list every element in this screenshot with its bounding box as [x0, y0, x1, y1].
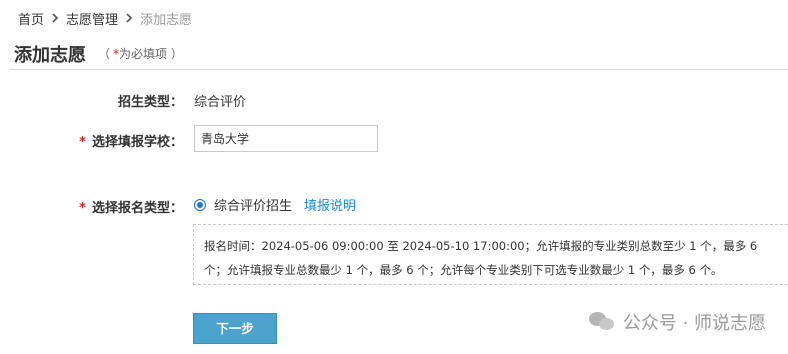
breadcrumb-section[interactable]: 志愿管理 [66, 9, 118, 28]
next-button[interactable]: 下一步 [193, 313, 277, 344]
required-note-prefix: （ [98, 47, 111, 61]
apply-type-label: * 选择报名类型： [0, 197, 183, 216]
apply-type-option-label[interactable]: 综合评价招生 [214, 195, 292, 214]
school-label-text: 选择填报学校： [91, 135, 183, 150]
apply-type-label-text: 选择报名类型： [91, 201, 183, 216]
page-title: 添加志愿 [14, 45, 86, 66]
school-input[interactable] [194, 125, 378, 152]
title-divider [10, 69, 788, 70]
info-box: 报名时间：2024-05-06 09:00:00 至 2024-05-10 17… [193, 224, 788, 285]
info-line-2: 个；允许填报专业总数最少 1 个，最多 6 个；允许每个专业类别下可选专业数最少… [204, 263, 723, 277]
required-note-text: 为必填项 ） [119, 47, 183, 61]
apply-type-option[interactable]: 综合评价招生 填报说明 [194, 195, 356, 214]
required-note: （*为必填项 ） [98, 45, 183, 62]
radio-selected-icon[interactable] [194, 198, 206, 211]
help-link[interactable]: 填报说明 [304, 195, 356, 214]
chevron-right-icon [125, 12, 133, 26]
chevron-right-icon [51, 12, 59, 26]
admission-type-value: 综合评价 [194, 95, 247, 110]
school-required-star: * [79, 135, 86, 150]
breadcrumb: 首页 志愿管理 添加志愿 [18, 9, 192, 28]
breadcrumb-home[interactable]: 首页 [18, 9, 44, 28]
school-label: * 选择填报学校： [0, 131, 183, 150]
watermark: 公众号 · 师说志愿 [588, 309, 766, 335]
admission-type-label: 招生类型： [0, 91, 183, 110]
apply-type-required-star: * [79, 201, 86, 216]
wechat-icon [588, 312, 615, 332]
admission-type-label-text: 招生类型： [117, 95, 183, 110]
watermark-text: 公众号 · 师说志愿 [622, 313, 766, 334]
info-line-1: 报名时间：2024-05-06 09:00:00 至 2024-05-10 17… [204, 239, 758, 253]
breadcrumb-current: 添加志愿 [140, 13, 193, 28]
